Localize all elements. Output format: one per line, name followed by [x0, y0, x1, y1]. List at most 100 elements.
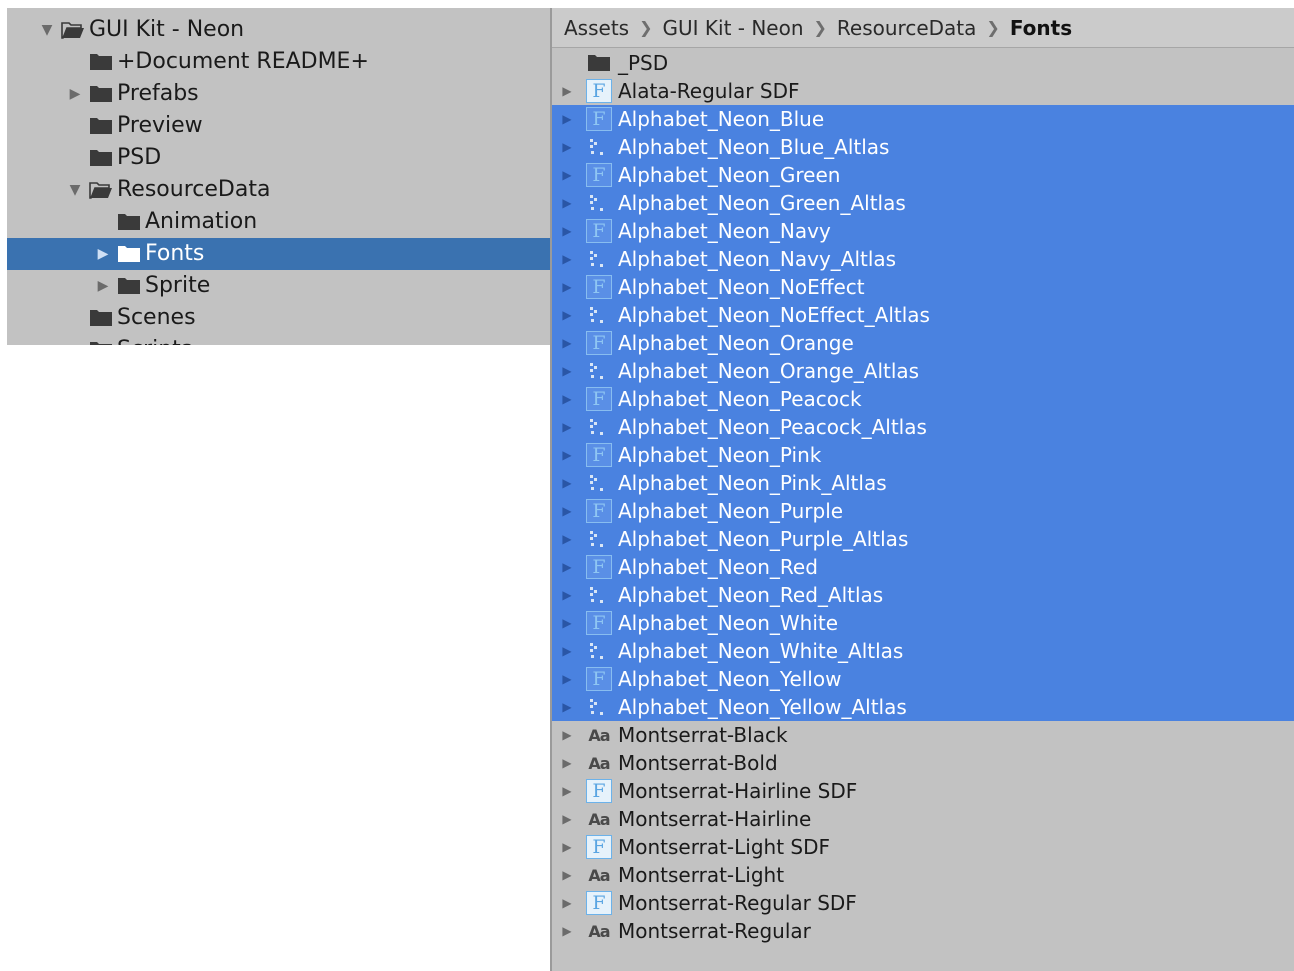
asset-list-item[interactable]: ▶ Alphabet_Neon_White_Altlas — [552, 637, 1294, 665]
expand-arrow-right-icon[interactable]: ▶ — [552, 896, 578, 910]
tree-item[interactable]: ▶Preview — [7, 110, 550, 142]
asset-list-item[interactable]: ▶ Alphabet_Neon_Red_Altlas — [552, 581, 1294, 609]
expand-arrow-right-icon[interactable]: ▶ — [552, 532, 578, 546]
asset-list-item[interactable]: ▶ F Alphabet_Neon_Yellow — [552, 665, 1294, 693]
font-asset-icon: F — [586, 499, 612, 523]
asset-name: Alphabet_Neon_Green_Altlas — [618, 191, 906, 215]
atlas-texture-icon — [586, 415, 612, 439]
expand-arrow-right-icon[interactable]: ▶ — [552, 252, 578, 266]
asset-name: Alphabet_Neon_Yellow — [618, 667, 842, 691]
asset-list-item[interactable]: ▶ Aa Montserrat-Light — [552, 861, 1294, 889]
tree-item[interactable]: ▶ Fonts — [7, 238, 550, 270]
expand-arrow-right-icon[interactable]: ▶ — [552, 168, 578, 182]
tree-item[interactable]: ▶Animation — [7, 206, 550, 238]
asset-name: Alphabet_Neon_Pink_Altlas — [618, 471, 887, 495]
expand-arrow-right-icon[interactable]: ▶ — [552, 420, 578, 434]
asset-list-item[interactable]: ▶ F Montserrat-Regular SDF — [552, 889, 1294, 917]
asset-list-item[interactable]: ▶ Aa Montserrat-Regular — [552, 917, 1294, 945]
expand-arrow-right-icon[interactable]: ▶ — [95, 270, 111, 302]
expand-arrow-right-icon[interactable]: ▶ — [552, 728, 578, 742]
expand-arrow-right-icon[interactable]: ▶ — [552, 112, 578, 126]
expand-arrow-right-icon[interactable]: ▶ — [552, 560, 578, 574]
ttf-font-icon: Aa — [588, 753, 610, 773]
asset-list-item[interactable]: ▶ F Alphabet_Neon_Navy — [552, 217, 1294, 245]
expand-arrow-right-icon[interactable]: ▶ — [552, 812, 578, 826]
asset-list-item[interactable]: ▶ F Alphabet_Neon_Pink — [552, 441, 1294, 469]
expand-arrow-right-icon[interactable]: ▶ — [552, 336, 578, 350]
atlas-texture-icon — [586, 639, 612, 663]
expand-arrow-right-icon[interactable]: ▶ — [552, 280, 578, 294]
asset-list-item[interactable]: ▶ Alphabet_Neon_Blue_Altlas — [552, 133, 1294, 161]
tree-item[interactable]: ▶PSD — [7, 142, 550, 174]
atlas-texture-icon — [586, 527, 612, 551]
expand-arrow-right-icon[interactable]: ▶ — [552, 840, 578, 854]
expand-arrow-right-icon[interactable]: ▶ — [552, 784, 578, 798]
asset-list-item[interactable]: ▶ Aa Montserrat-Bold — [552, 749, 1294, 777]
expand-arrow-right-icon[interactable]: ▶ — [552, 392, 578, 406]
expand-arrow-right-icon[interactable]: ▶ — [95, 238, 111, 270]
folder-open-icon — [89, 181, 113, 199]
expand-arrow-right-icon[interactable]: ▶ — [552, 672, 578, 686]
asset-list-item[interactable]: ▶ Alphabet_Neon_Yellow_Altlas — [552, 693, 1294, 721]
asset-list-item[interactable]: ▶ Alphabet_Neon_Pink_Altlas — [552, 469, 1294, 497]
expand-arrow-right-icon[interactable]: ▶ — [552, 84, 578, 98]
asset-list-item[interactable]: ▶ Alphabet_Neon_Peacock_Altlas — [552, 413, 1294, 441]
asset-list-item[interactable]: ▶ F Alphabet_Neon_Orange — [552, 329, 1294, 357]
tree-item[interactable]: ▼ GUI Kit - Neon — [7, 14, 550, 46]
breadcrumb-fonts[interactable]: Fonts — [1010, 16, 1072, 40]
expand-arrow-right-icon[interactable]: ▶ — [552, 364, 578, 378]
asset-list-item[interactable]: ▶_PSD — [552, 49, 1294, 77]
asset-list-item[interactable]: ▶ F Montserrat-Hairline SDF — [552, 777, 1294, 805]
asset-list-item[interactable]: ▶ F Montserrat-Light SDF — [552, 833, 1294, 861]
breadcrumb-resourcedata[interactable]: ResourceData — [837, 16, 976, 40]
expand-arrow-down-icon[interactable]: ▼ — [39, 14, 55, 46]
expand-arrow-right-icon[interactable]: ▶ — [552, 756, 578, 770]
expand-arrow-right-icon[interactable]: ▶ — [552, 868, 578, 882]
expand-arrow-right-icon[interactable]: ▶ — [552, 700, 578, 714]
expand-arrow-down-icon[interactable]: ▼ — [67, 174, 83, 206]
asset-list-item[interactable]: ▶ Aa Montserrat-Hairline — [552, 805, 1294, 833]
tree-item[interactable]: ▶ Prefabs — [7, 78, 550, 110]
expand-arrow-right-icon[interactable]: ▶ — [552, 224, 578, 238]
expand-arrow-right-icon[interactable]: ▶ — [552, 616, 578, 630]
asset-list-item[interactable]: ▶ F Alphabet_Neon_NoEffect — [552, 273, 1294, 301]
asset-list-item[interactable]: ▶ F Alphabet_Neon_Peacock — [552, 385, 1294, 413]
expand-arrow-right-icon[interactable]: ▶ — [552, 140, 578, 154]
tree-item[interactable]: ▼ ResourceData — [7, 174, 550, 206]
asset-list-item[interactable]: ▶ F Alata-Regular SDF — [552, 77, 1294, 105]
tree-item-label: Animation — [145, 209, 258, 234]
asset-list-item[interactable]: ▶ Alphabet_Neon_NoEffect_Altlas — [552, 301, 1294, 329]
asset-list-item[interactable]: ▶ Aa Montserrat-Black — [552, 721, 1294, 749]
breadcrumb-assets[interactable]: Assets — [564, 16, 629, 40]
tree-item[interactable]: ▶Scenes — [7, 302, 550, 334]
expand-arrow-right-icon[interactable]: ▶ — [552, 476, 578, 490]
expand-arrow-right-icon[interactable]: ▶ — [552, 504, 578, 518]
ttf-font-icon: Aa — [588, 921, 610, 941]
expand-arrow-right-icon[interactable]: ▶ — [552, 924, 578, 938]
asset-list-item[interactable]: ▶ F Alphabet_Neon_White — [552, 609, 1294, 637]
expand-arrow-right-icon[interactable]: ▶ — [552, 308, 578, 322]
tree-item[interactable]: ▶Scripts — [7, 334, 550, 345]
breadcrumb-gui-kit-neon[interactable]: GUI Kit - Neon — [663, 16, 804, 40]
asset-list-item[interactable]: ▶ F Alphabet_Neon_Red — [552, 553, 1294, 581]
expand-arrow-right-icon[interactable]: ▶ — [552, 196, 578, 210]
asset-list-item[interactable]: ▶ F Alphabet_Neon_Green — [552, 161, 1294, 189]
expand-arrow-right-icon[interactable]: ▶ — [552, 588, 578, 602]
chevron-right-icon: ❯ — [639, 18, 653, 37]
expand-arrow-right-icon[interactable]: ▶ — [552, 448, 578, 462]
tree-item-label: Scripts — [117, 334, 192, 345]
asset-list-item[interactable]: ▶ F Alphabet_Neon_Blue — [552, 105, 1294, 133]
tree-item[interactable]: ▶ Sprite — [7, 270, 550, 302]
folder-tree-panel: ▼GUI Kit - Neon▶+Document README+▶Prefab… — [7, 8, 550, 345]
font-asset-icon: F — [586, 611, 612, 635]
expand-arrow-right-icon[interactable]: ▶ — [552, 644, 578, 658]
asset-list-item[interactable]: ▶ Alphabet_Neon_Purple_Altlas — [552, 525, 1294, 553]
asset-list-item[interactable]: ▶ Alphabet_Neon_Orange_Altlas — [552, 357, 1294, 385]
folder-icon — [89, 149, 113, 167]
asset-list-item[interactable]: ▶ Alphabet_Neon_Navy_Altlas — [552, 245, 1294, 273]
ttf-font-icon: Aa — [588, 865, 610, 885]
expand-arrow-right-icon[interactable]: ▶ — [67, 78, 83, 110]
tree-item[interactable]: ▶+Document README+ — [7, 46, 550, 78]
asset-list-item[interactable]: ▶ F Alphabet_Neon_Purple — [552, 497, 1294, 525]
asset-list-item[interactable]: ▶ Alphabet_Neon_Green_Altlas — [552, 189, 1294, 217]
